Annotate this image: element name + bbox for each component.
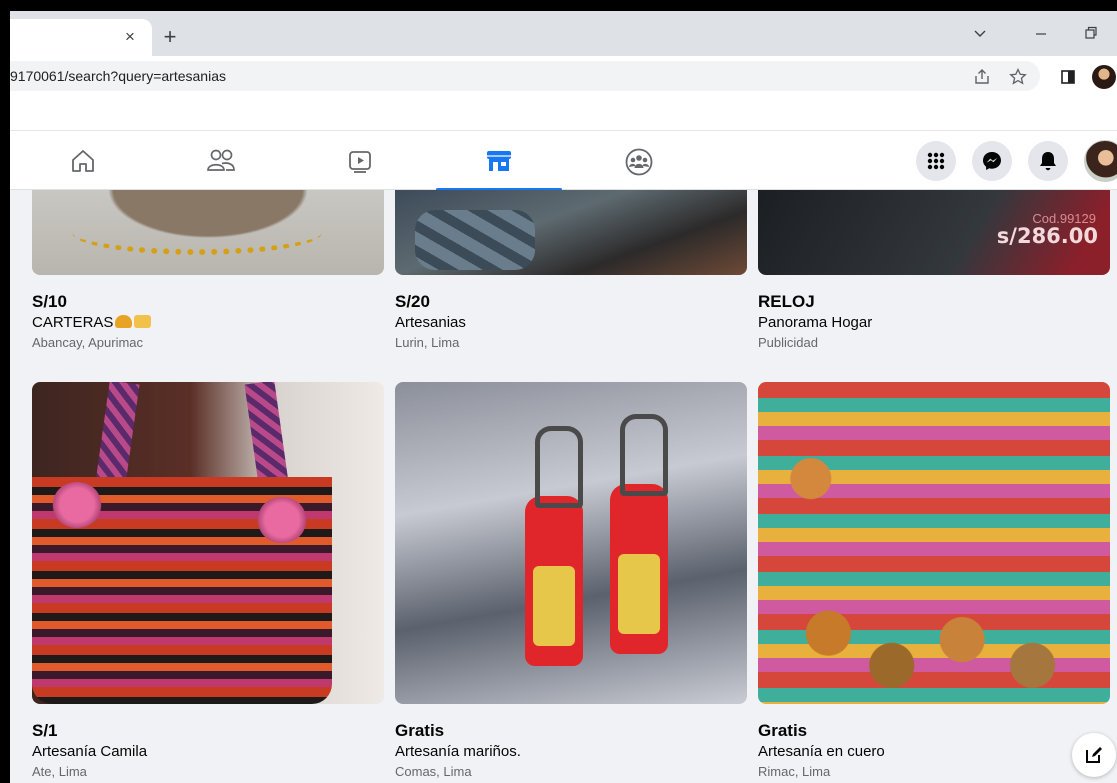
listing-card[interactable]: S/1 Artesanía Camila Ate, Lima (32, 382, 384, 782)
profile-avatar[interactable] (1084, 140, 1117, 182)
messenger-icon (983, 152, 1001, 170)
browser-profile-avatar[interactable] (1092, 65, 1116, 89)
listing-price: Gratis (395, 721, 445, 740)
purse-emoji-icon (134, 315, 152, 328)
messenger-button[interactable] (972, 141, 1012, 181)
bookmark-star-icon[interactable] (1008, 67, 1028, 87)
listing-photo (395, 190, 747, 275)
listing-price: RELOJ (758, 292, 815, 311)
notifications-icon (1040, 152, 1056, 171)
listing-card[interactable]: Gratis Artesanía mariños. Comas, Lima (395, 382, 747, 782)
page-top-strip (10, 100, 1117, 130)
browser-toolbar: 9170061/search?query=artesanias (10, 56, 1117, 100)
address-bar[interactable]: 9170061/search?query=artesanias (10, 61, 1040, 91)
listing-location: Comas, Lima (395, 764, 472, 779)
side-panel-icon[interactable] (1058, 67, 1078, 87)
listing-price: S/10 (32, 292, 67, 311)
menu-button[interactable] (916, 141, 956, 181)
listing-location: Lurin, Lima (395, 335, 460, 350)
tab-strip: × + (10, 11, 1117, 56)
edit-icon (1086, 747, 1102, 763)
listing-location: Rimac, Lima (758, 764, 831, 779)
listing-title: Artesanía Camila (32, 743, 148, 760)
handbag-emoji-icon (115, 315, 133, 328)
nav-tab-home[interactable] (20, 131, 146, 190)
new-tab-button[interactable]: + (158, 25, 182, 49)
listing-photo (395, 382, 747, 704)
listing-photo (758, 382, 1110, 704)
listing-price: S/1 (32, 721, 58, 740)
sponsored-label: Publicidad (758, 335, 818, 350)
search-results-grid: S/10 CARTERAS Abancay, Apurimac S/20 Art… (10, 190, 1117, 783)
marketplace-icon (487, 151, 511, 171)
listing-location: Abancay, Apurimac (32, 335, 144, 350)
listing-title: CARTERAS (32, 313, 384, 333)
groups-icon (625, 148, 653, 176)
listing-price: Gratis (758, 721, 808, 740)
listing-title: Artesanía mariños. (395, 743, 521, 760)
home-icon (72, 150, 94, 172)
listing-title: Panorama Hogar (758, 314, 873, 331)
listing-location: Ate, Lima (32, 764, 87, 779)
restore-icon[interactable] (1078, 23, 1104, 45)
video-icon (349, 151, 371, 173)
share-icon[interactable] (972, 67, 992, 87)
listing-card[interactable]: S/10 CARTERAS Abancay, Apurimac (32, 190, 384, 353)
friends-icon (207, 149, 235, 171)
browser-tab[interactable]: × (10, 19, 152, 56)
photo-price-text: s/286.00 (996, 224, 1098, 248)
nav-tab-marketplace[interactable] (436, 131, 562, 191)
nav-tab-watch[interactable] (297, 131, 423, 190)
menu-grid-icon (927, 152, 945, 170)
minimize-icon[interactable] (1028, 23, 1054, 45)
facebook-nav-bar (10, 130, 1117, 191)
listing-title: Artesanias (395, 314, 466, 331)
url-text: 9170061/search?query=artesanias (10, 68, 226, 84)
listing-title: Artesanía en cuero (758, 743, 885, 760)
nav-tab-groups[interactable] (576, 131, 702, 190)
tab-close-icon[interactable]: × (120, 27, 140, 47)
listing-card[interactable]: S/20 Artesanias Lurin, Lima (395, 190, 747, 353)
listing-photo (32, 382, 384, 704)
listing-photo: Cod.99129 s/286.00 (758, 190, 1110, 275)
tab-search-chevron-icon[interactable] (967, 23, 993, 45)
listing-photo (32, 190, 384, 275)
browser-window: × + 9170061/search?query=artesanias S/10… (10, 11, 1117, 783)
nav-tab-friends[interactable] (158, 131, 284, 190)
listing-price: S/20 (395, 292, 430, 311)
listing-card[interactable]: Gratis Artesanía en cuero Rimac, Lima (758, 382, 1110, 782)
notifications-button[interactable] (1028, 141, 1068, 181)
listing-card-sponsored[interactable]: Cod.99129 s/286.00 RELOJ Panorama Hogar … (758, 190, 1110, 353)
new-message-button[interactable] (1072, 733, 1116, 777)
